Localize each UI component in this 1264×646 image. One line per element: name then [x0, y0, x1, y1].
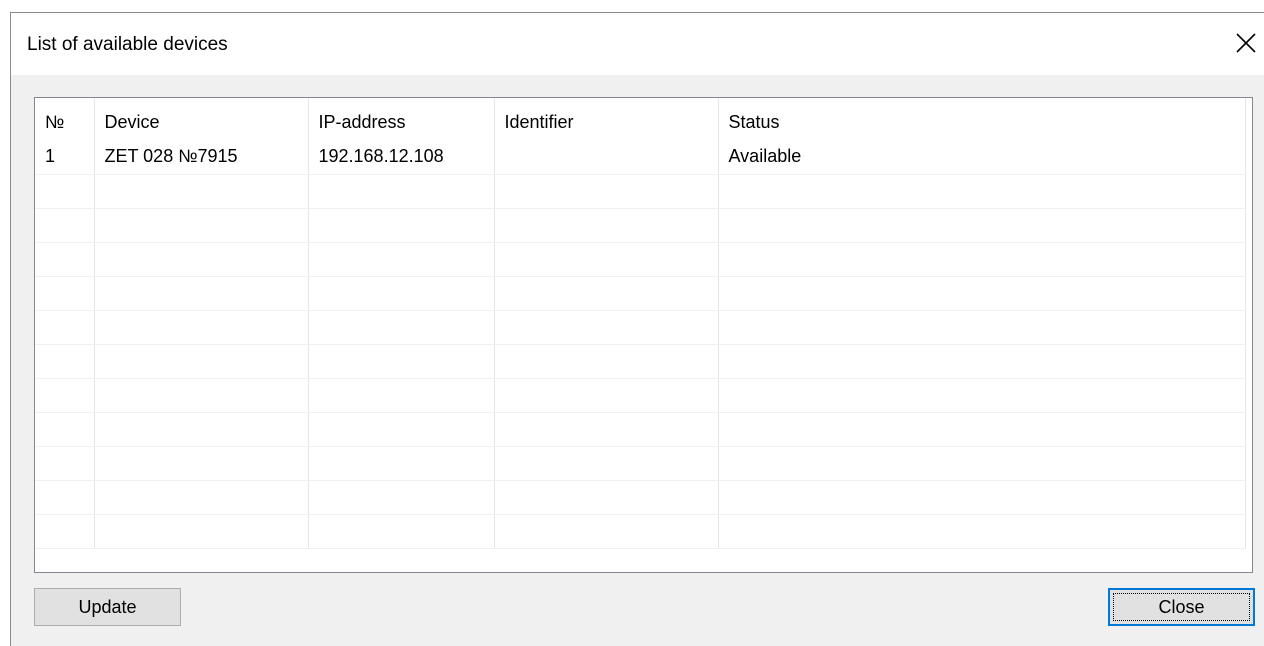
empty-row	[35, 242, 1246, 277]
column-header-ip-address[interactable]: IP-address	[308, 98, 495, 140]
empty-row	[35, 514, 1246, 549]
cell-number: 1	[35, 140, 95, 175]
dialog-title: List of available devices	[27, 34, 228, 55]
cell-identifier	[494, 140, 719, 175]
empty-row	[35, 344, 1246, 379]
cell-status: Available	[718, 140, 1246, 175]
column-header-identifier[interactable]: Identifier	[494, 98, 719, 140]
table-header: № Device IP-address Identifier Status	[35, 98, 1246, 140]
cell-device: ZET 028 №7915	[94, 140, 309, 175]
devices-list[interactable]: № Device IP-address Identifier Status 1 …	[34, 97, 1253, 573]
table-row[interactable]: 1 ZET 028 №7915 192.168.12.108 Available	[35, 140, 1246, 175]
update-button[interactable]: Update	[34, 588, 181, 626]
empty-row	[35, 378, 1246, 413]
empty-row	[35, 310, 1246, 345]
title-bar: List of available devices	[11, 13, 1264, 75]
empty-row	[35, 276, 1246, 311]
empty-row	[35, 480, 1246, 515]
empty-row	[35, 412, 1246, 447]
cell-ip-address: 192.168.12.108	[308, 140, 495, 175]
focus-rectangle	[1113, 593, 1250, 621]
column-header-number[interactable]: №	[35, 98, 95, 140]
column-header-device[interactable]: Device	[94, 98, 309, 140]
devices-dialog: List of available devices № Device IP-ad…	[10, 12, 1264, 646]
update-button-label: Update	[78, 596, 137, 617]
empty-row	[35, 174, 1246, 209]
devices-table: № Device IP-address Identifier Status 1 …	[35, 98, 1246, 549]
empty-row	[35, 208, 1246, 243]
column-header-status[interactable]: Status	[718, 98, 1246, 140]
empty-row	[35, 446, 1246, 481]
close-icon[interactable]	[1234, 31, 1258, 55]
close-button[interactable]: Close	[1108, 588, 1255, 626]
